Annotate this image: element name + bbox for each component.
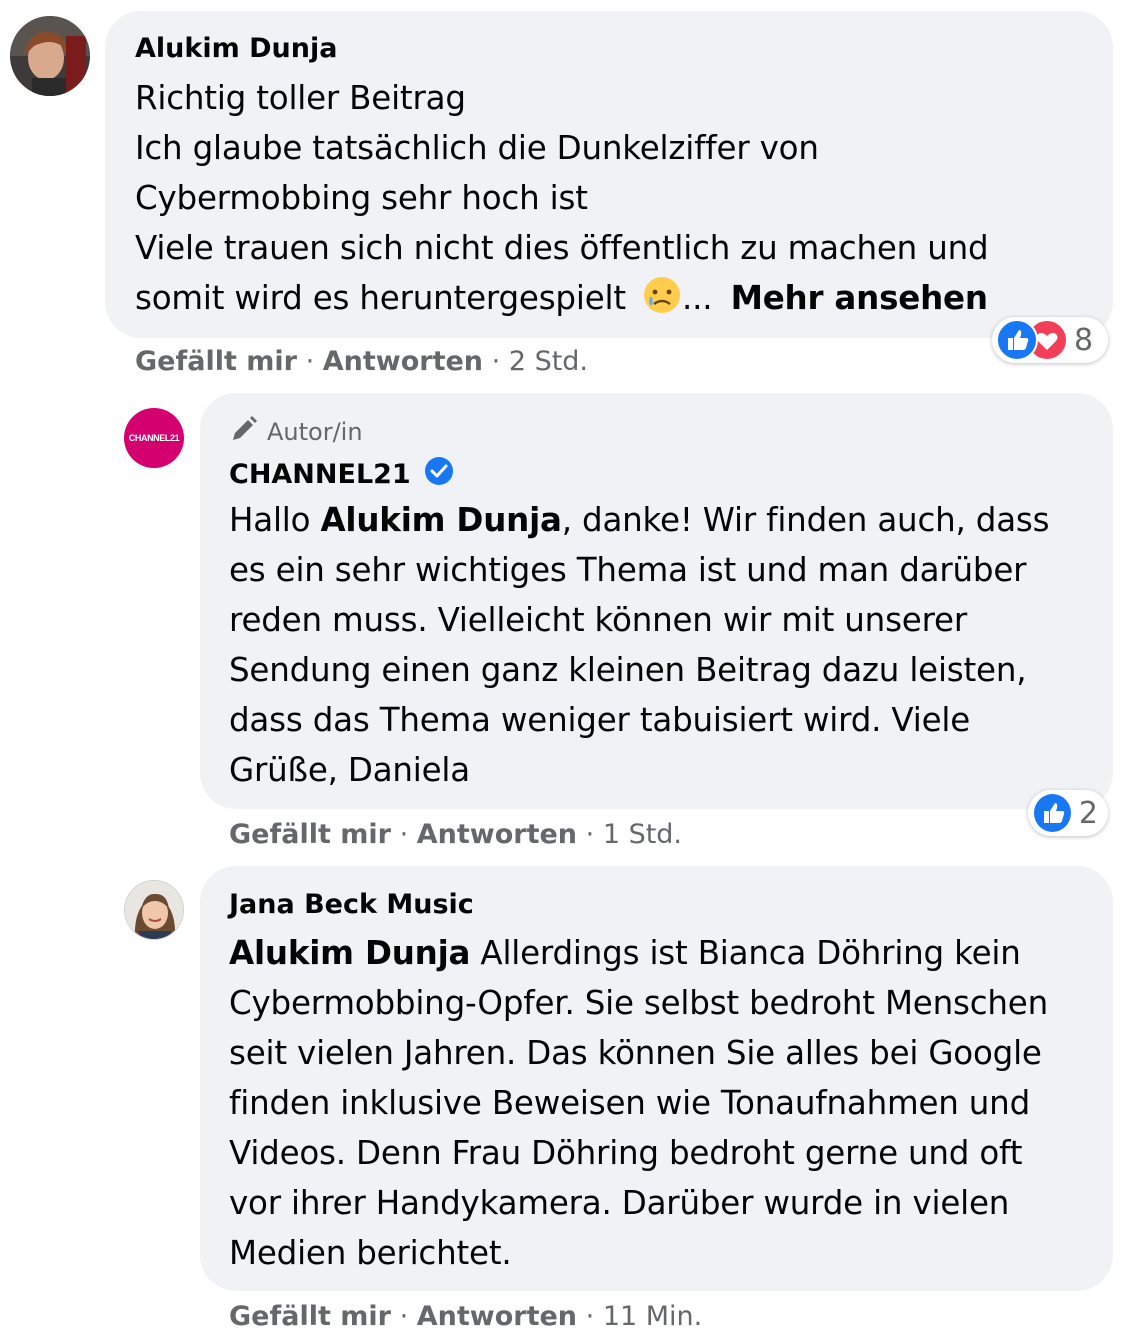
reaction-summary[interactable]: 8 xyxy=(992,317,1108,363)
separator: · xyxy=(585,1301,595,1332)
like-button[interactable]: Gefällt mir xyxy=(135,346,297,377)
comment-text: , danke! Wir finden auch, dass xyxy=(561,501,1050,539)
comment-text: somit wird es heruntergespielt xyxy=(135,279,626,317)
comment-author-name[interactable]: Alukim Dunja xyxy=(135,32,337,66)
reply-button[interactable]: Antworten xyxy=(417,1301,577,1332)
like-button[interactable]: Gefällt mir xyxy=(229,1301,391,1332)
avatar-jana-beck-music[interactable] xyxy=(124,880,184,940)
like-button[interactable]: Gefällt mir xyxy=(229,819,391,850)
separator: · xyxy=(491,346,501,377)
comment-actions: Gefällt mir · Antworten · 11 Min. xyxy=(229,1300,702,1334)
like-reaction-icon xyxy=(996,319,1038,361)
comment-text-line: finden inklusive Beweisen wie Tonaufnahm… xyxy=(229,1084,1030,1122)
comment-text: Allerdings ist Bianca Döhring kein xyxy=(470,934,1021,972)
comment-text-line: Cybermobbing sehr hoch ist xyxy=(135,179,588,217)
author-badge: Autor/in xyxy=(229,414,363,451)
comment-text-line: Alukim Dunja Allerdings ist Bianca Döhri… xyxy=(229,928,1021,978)
comment-author-name[interactable]: CHANNEL21 xyxy=(229,456,454,495)
timestamp[interactable]: 1 Std. xyxy=(603,819,682,850)
channel21-logo-text: CHANNEL21 xyxy=(128,433,180,443)
see-more-link[interactable]: Mehr ansehen xyxy=(731,279,988,317)
separator: · xyxy=(399,1301,409,1332)
reaction-count: 8 xyxy=(1074,322,1094,358)
comment-text-line: Hallo Alukim Dunja, danke! Wir finden au… xyxy=(229,495,1050,545)
sad-emoji xyxy=(642,275,682,329)
comment-text-line: reden muss. Vielleicht können wir mit un… xyxy=(229,601,968,639)
comment-text-line: Cybermobbing-Opfer. Sie selbst bedroht M… xyxy=(229,984,1048,1022)
separator: · xyxy=(399,819,409,850)
comment-text-line: Ich glaube tatsächlich die Dunkelziffer … xyxy=(135,129,819,167)
reaction-count: 2 xyxy=(1078,795,1098,831)
mention-link[interactable]: Alukim Dunja xyxy=(229,934,470,972)
comment-author-name[interactable]: Jana Beck Music xyxy=(229,888,474,922)
separator: · xyxy=(305,346,315,377)
separator: · xyxy=(585,819,595,850)
comment-text-line: Videos. Denn Frau Döhring bedroht gerne … xyxy=(229,1134,1023,1172)
comment-text-line: Sendung einen ganz kleinen Beitrag dazu … xyxy=(229,651,1027,689)
comment-text: Hallo xyxy=(229,501,311,539)
comment-text-line: es ein sehr wichtiges Thema ist und man … xyxy=(229,551,1027,589)
author-badge-label: Autor/in xyxy=(267,418,363,446)
comment-actions: Gefällt mir · Antworten · 1 Std. xyxy=(229,818,682,852)
avatar-channel21[interactable]: CHANNEL21 xyxy=(124,408,184,468)
comment-text-line: Medien berichtet. xyxy=(229,1234,512,1272)
mention-link[interactable]: Alukim Dunja xyxy=(320,501,561,539)
author-name-text: CHANNEL21 xyxy=(229,459,411,490)
reply-button[interactable]: Antworten xyxy=(323,346,483,377)
comment-actions: Gefällt mir · Antworten · 2 Std. xyxy=(135,345,588,379)
comment-text-line: vor ihrer Handykamera. Darüber wurde in … xyxy=(229,1184,1010,1222)
comment-text-line: Grüße, Daniela xyxy=(229,751,470,789)
pencil-icon xyxy=(229,414,259,451)
comment-text-line-last: somit wird es heruntergespielt ... Mehr … xyxy=(135,273,988,329)
comment-text-line: Richtig toller Beitrag xyxy=(135,79,466,117)
timestamp[interactable]: 2 Std. xyxy=(509,346,588,377)
like-reaction-icon xyxy=(1032,792,1073,834)
ellipsis: ... xyxy=(682,279,713,317)
verified-badge-icon xyxy=(424,456,454,495)
timestamp[interactable]: 11 Min. xyxy=(603,1301,702,1332)
comment-text-line: seit vielen Jahren. Das können Sie alles… xyxy=(229,1034,1042,1072)
comment-text-line: Viele trauen sich nicht dies öffentlich … xyxy=(135,229,989,267)
avatar-alukim-dunja[interactable] xyxy=(10,16,90,96)
reply-button[interactable]: Antworten xyxy=(417,819,577,850)
reaction-summary[interactable]: 2 xyxy=(1028,790,1108,836)
comment-text-line: dass das Thema weniger tabuisiert wird. … xyxy=(229,701,970,739)
